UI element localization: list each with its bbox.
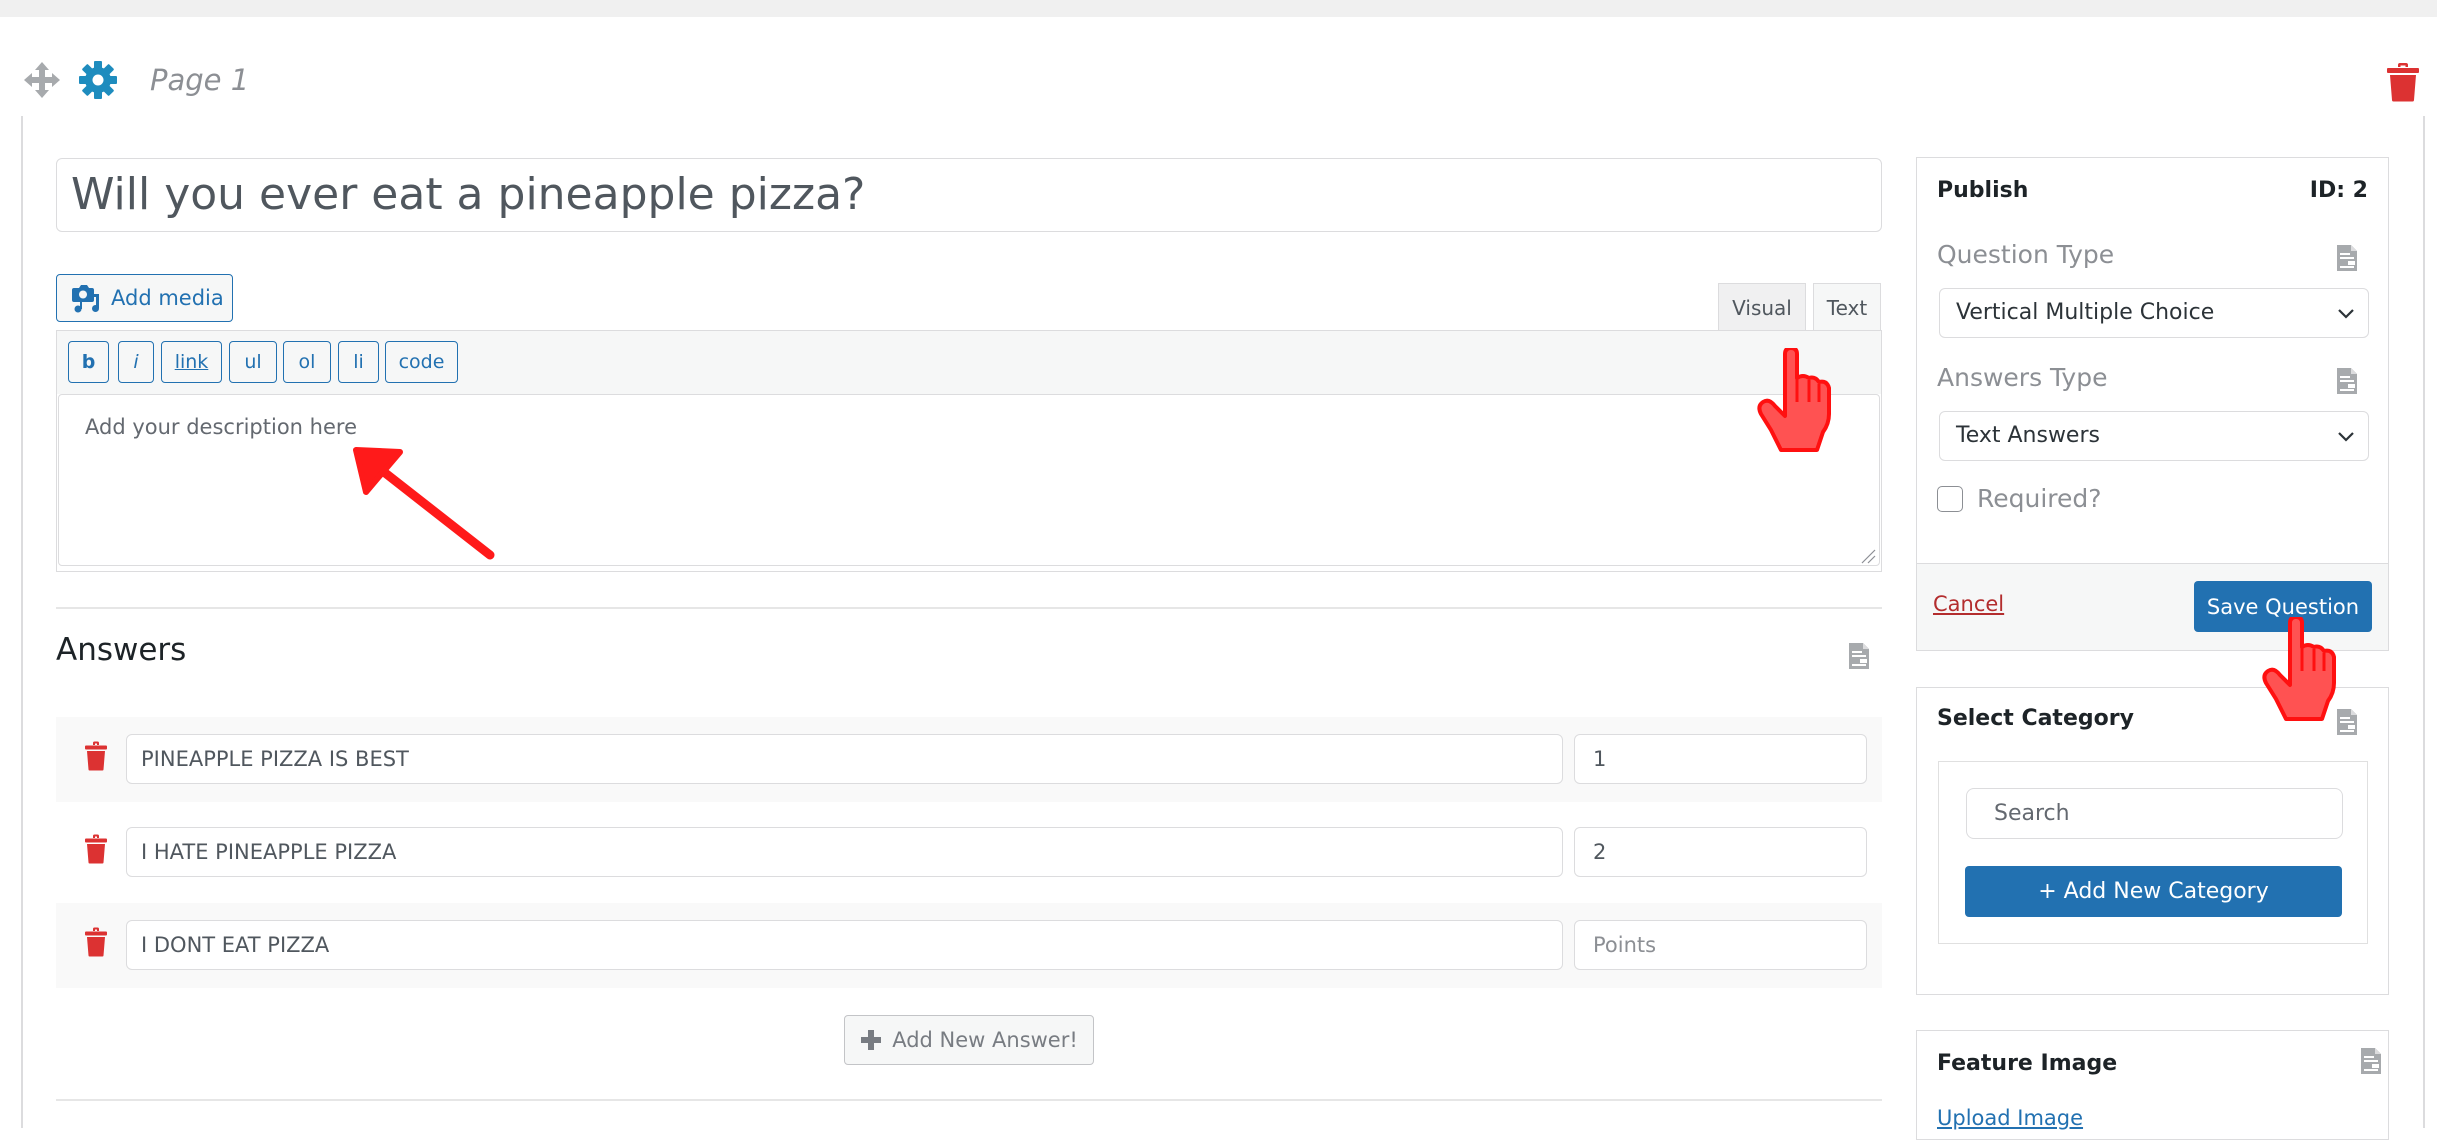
required-checkbox[interactable] [1937,485,1963,512]
add-new-answer-button[interactable]: Add New Answer! [844,1015,1094,1065]
save-question-button[interactable]: Save Question [2194,581,2372,632]
question-title-input[interactable]: Will you ever eat a pineapple pizza? [56,158,1882,232]
tab-visual[interactable]: Visual [1718,283,1806,331]
question-type-help-doc-icon[interactable] [2336,244,2358,276]
delete-answer-trash-icon[interactable] [84,834,108,864]
editor-toolbar: b i link ul ol li code [56,330,1882,394]
italic-button[interactable]: i [118,341,154,383]
move-icon[interactable] [22,60,62,100]
category-search-input[interactable]: Search [1966,788,2343,839]
page-label: Page 1 [150,63,250,97]
cancel-link[interactable]: Cancel [1933,592,2004,616]
answers-type-select[interactable]: Text Answers [1939,411,2369,461]
required-row: Required? [1937,484,2102,513]
frame-border-left [21,116,23,1128]
section-divider [56,1099,1882,1101]
answer-row: PINEAPPLE PIZZA IS BEST 1 [56,717,1882,802]
publish-box: Publish ID: 2 Question Type Vertical Mul… [1916,157,2389,651]
select-category-box: Select Category Search + Add New Categor… [1916,687,2389,995]
plus-icon [861,1030,882,1050]
chevron-down-icon [2338,432,2354,442]
category-panel: Search + Add New Category [1938,761,2368,944]
add-media-label: Add media [111,286,224,310]
answer-text-input[interactable]: PINEAPPLE PIZZA IS BEST [126,734,1563,784]
answer-points-input[interactable]: 2 [1574,827,1867,877]
top-bar [0,0,2437,17]
add-new-category-button[interactable]: + Add New Category [1965,866,2342,917]
answers-heading: Answers [56,632,187,668]
publish-title: Publish [1937,178,2029,203]
code-button[interactable]: code [385,341,458,383]
question-type-value: Vertical Multiple Choice [1956,300,2215,325]
feature-image-box: Feature Image Upload Image [1916,1030,2389,1140]
select-category-title: Select Category [1937,706,2134,731]
answer-points-input[interactable]: Points [1574,920,1867,970]
delete-page-trash-icon[interactable] [2386,62,2420,102]
ul-button[interactable]: ul [229,341,277,383]
question-type-label: Question Type [1937,240,2115,269]
delete-answer-trash-icon[interactable] [84,927,108,957]
frame-border-right [2423,116,2425,1128]
feature-image-help-doc-icon[interactable] [2360,1047,2382,1079]
bold-button[interactable]: b [68,341,109,383]
chevron-down-icon [2338,309,2354,319]
answer-text-input[interactable]: I HATE PINEAPPLE PIZZA [126,827,1563,877]
li-button[interactable]: li [338,341,379,383]
ol-button[interactable]: ol [283,341,331,383]
category-help-doc-icon[interactable] [2336,708,2358,740]
answers-help-doc-icon[interactable] [1848,642,1870,674]
tab-text[interactable]: Text [1813,283,1881,332]
answer-text-input[interactable]: I DONT EAT PIZZA [126,920,1563,970]
feature-image-title: Feature Image [1937,1051,2118,1076]
add-media-icon [72,285,99,313]
add-new-answer-label: Add New Answer! [892,1028,1078,1052]
answer-points-input[interactable]: 1 [1574,734,1867,784]
section-divider [56,607,1882,609]
answers-type-value: Text Answers [1956,423,2100,448]
gear-icon[interactable] [78,60,118,100]
description-textarea[interactable]: Add your description here [58,394,1880,566]
question-type-select[interactable]: Vertical Multiple Choice [1939,288,2369,338]
publish-footer: Cancel Save Question [1917,563,2388,650]
answers-type-help-doc-icon[interactable] [2336,367,2358,399]
answer-row: I HATE PINEAPPLE PIZZA 2 [56,810,1882,895]
delete-answer-trash-icon[interactable] [84,741,108,771]
link-button[interactable]: link [161,341,222,383]
add-media-button[interactable]: Add media [56,274,233,322]
required-label: Required? [1977,484,2102,513]
answer-row: I DONT EAT PIZZA Points [56,903,1882,988]
upload-image-link[interactable]: Upload Image [1937,1106,2083,1130]
resize-handle[interactable] [1860,548,1876,564]
answers-type-label: Answers Type [1937,363,2108,392]
question-id: ID: 2 [2309,178,2368,203]
